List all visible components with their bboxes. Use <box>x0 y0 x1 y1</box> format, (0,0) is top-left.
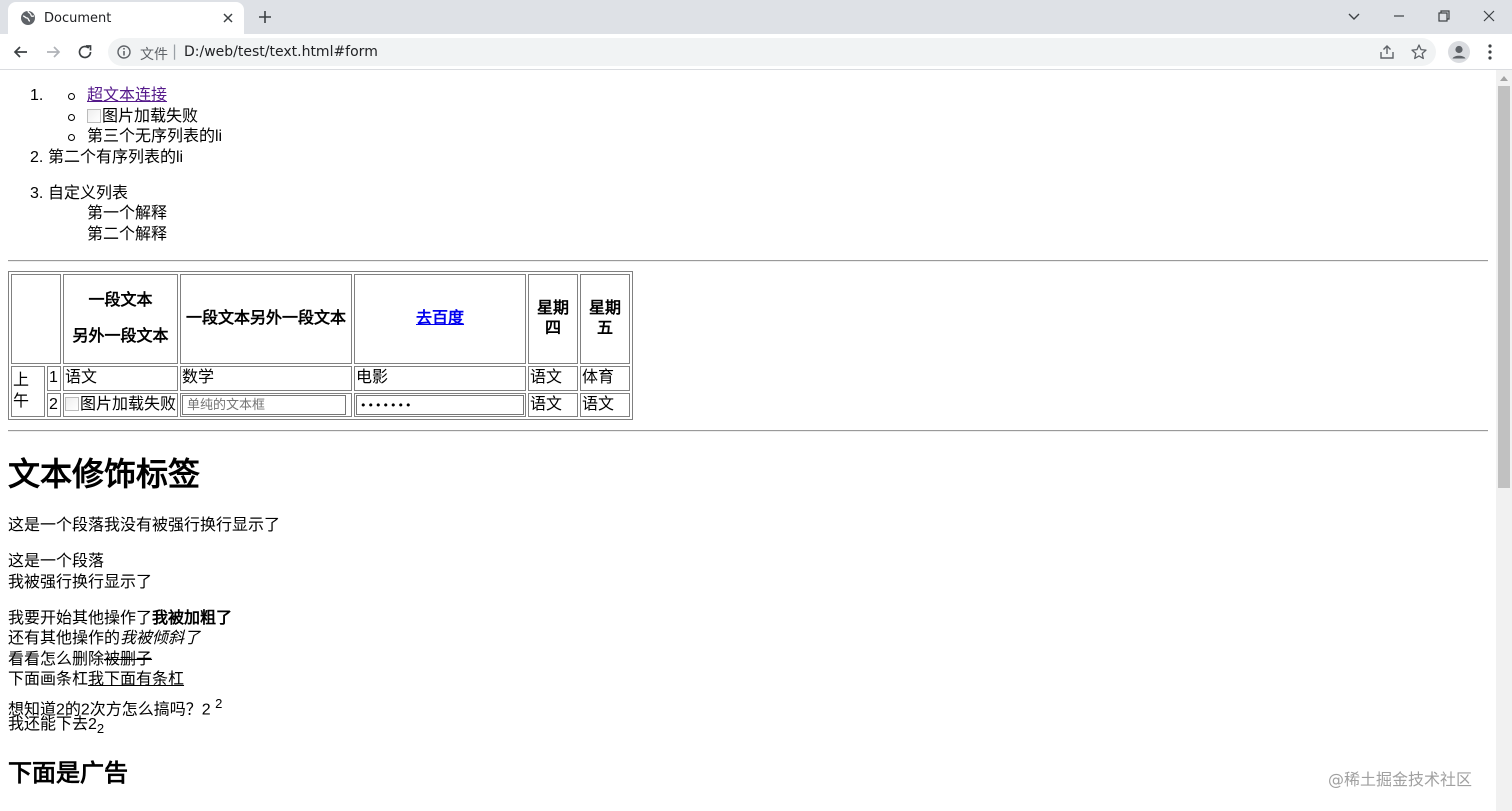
tab-bar: Document <box>0 0 1512 34</box>
table-row: 上午 1 语文 数学 电影 语文 体育 <box>11 366 631 417</box>
header-line-1: 一段文本 <box>88 292 153 309</box>
header-cell-friday: 星期五 <box>580 274 631 364</box>
row-number: 1 <box>47 366 61 391</box>
scrollbar-thumb[interactable] <box>1498 86 1510 488</box>
header-line-2: 另外一段文本 <box>72 328 169 345</box>
share-icon[interactable] <box>1378 43 1396 61</box>
sub-prefix: 我还能下去2 <box>8 716 97 733</box>
dl-term: 自定义列表 <box>48 185 129 202</box>
ul-bullet <box>68 93 75 100</box>
close-window-icon[interactable] <box>1479 6 1499 26</box>
divider-bottom <box>8 430 1488 432</box>
superscript-text: 2 <box>215 696 223 711</box>
table-cell-password <box>354 392 527 417</box>
broken-image-icon <box>87 109 101 123</box>
paragraph-2-line-2: 我被强行换行显示了 <box>8 574 153 591</box>
address-url[interactable]: D:/web/test/text.html#form <box>184 44 378 60</box>
table-cell: 电影 <box>354 366 527 391</box>
italic-line: 还有其他操作的我被倾斜了 <box>8 629 200 650</box>
hypertext-link[interactable]: 超文本连接 <box>87 86 167 107</box>
browser-toolbar: 文件 | D:/web/test/text.html#form <box>0 34 1512 70</box>
forward-arrow-icon[interactable] <box>43 42 63 62</box>
image-alt-text: 图片加载失败 <box>80 395 177 413</box>
tab-search-icon[interactable] <box>1344 6 1364 26</box>
ul-item-third: 第三个无序列表的li <box>87 128 223 145</box>
back-arrow-icon[interactable] <box>11 42 31 62</box>
image-alt-text: 图片加载失败 <box>102 108 199 125</box>
bold-prefix: 我要开始其他操作了 <box>8 610 153 627</box>
italic-text: 我被倾斜了 <box>120 630 201 647</box>
header-cell-text: 一段文本 另外一段文本 <box>63 274 179 364</box>
underline-line: 下面画条杠我下面有条杠 <box>8 670 184 691</box>
dl-definition-1: 第一个解释 <box>87 205 168 222</box>
ol-marker-1: 1. <box>30 87 44 104</box>
vertical-scrollbar[interactable] <box>1496 70 1512 811</box>
broken-image: 图片加载失败 <box>87 107 198 128</box>
header-cell-thursday: 星期四 <box>528 274 579 364</box>
address-separator: | <box>172 42 178 60</box>
ul-bullet <box>68 134 75 141</box>
subscript-text: 2 <box>96 721 105 737</box>
bold-line: 我要开始其他操作了我被加粗了 <box>8 609 232 630</box>
address-scheme: 文件 <box>140 47 168 63</box>
tab-title: Document <box>44 11 112 26</box>
info-icon[interactable] <box>116 44 132 60</box>
paragraph-2-line-1: 这是一个段落 <box>8 553 105 570</box>
strike-prefix: 看看怎么删除 <box>8 651 105 668</box>
dl-definition-2: 第二个解释 <box>87 226 168 243</box>
bookmark-star-icon[interactable] <box>1410 43 1428 61</box>
table-row: 2 图片加载失败 语文 语文 <box>11 392 631 417</box>
paragraph-1: 这是一个段落我没有被强行换行显示了 <box>8 517 281 534</box>
broken-image-icon <box>65 396 79 411</box>
table-cell: 语文 <box>63 366 179 391</box>
table-cell: 体育 <box>580 366 631 391</box>
table-cell-input <box>180 392 353 417</box>
bold-text: 我被加粗了 <box>152 610 233 627</box>
watermark: @稀土掘金技术社区 <box>1328 770 1473 789</box>
ul-bullet <box>68 114 75 121</box>
underline-prefix: 下面画条杠 <box>8 671 89 688</box>
globe-icon <box>21 10 35 25</box>
ol-marker-2: 2. <box>30 149 44 166</box>
strike-line: 看看怎么删除被删子 <box>8 650 152 671</box>
subscript-line: 我还能下去22 <box>8 715 104 740</box>
page-heading: 文本修饰标签 <box>8 456 201 492</box>
reload-icon[interactable] <box>75 42 95 62</box>
strike-text: 被删子 <box>104 651 153 668</box>
table-header-row: 一段文本 另外一段文本 一段文本另外一段文本 去百度 星期四 星期五 <box>11 274 631 364</box>
restore-icon[interactable] <box>1434 6 1454 26</box>
header-cell-combined: 一段文本另外一段文本 <box>180 274 353 364</box>
table-cell-image: 图片加载失败 <box>63 392 179 417</box>
text-input[interactable] <box>182 395 347 415</box>
ol-marker-3: 3. <box>30 185 44 202</box>
table-cell: 语文 <box>528 392 579 417</box>
tab-document[interactable]: Document <box>8 2 244 34</box>
profile-avatar-icon[interactable] <box>1448 41 1470 63</box>
ol-item-second: 第二个有序列表的li <box>48 149 184 166</box>
password-input[interactable] <box>356 395 525 415</box>
page-viewport: 1. 2. 3. 超文本连接 图片加载失败 第三个无序列表的li 第二个有序列表… <box>0 70 1496 811</box>
header-cell-link: 去百度 <box>354 274 527 364</box>
table-cell: 语文 <box>528 366 579 391</box>
more-menu-icon[interactable] <box>1482 42 1498 62</box>
underline-text: 我下面有条杠 <box>88 671 185 688</box>
minimize-icon[interactable] <box>1389 6 1409 26</box>
ad-heading: 下面是广告 <box>8 760 128 787</box>
row-group-label: 上午 <box>11 366 45 417</box>
row-number: 2 <box>47 392 61 417</box>
table-cell: 语文 <box>580 392 631 417</box>
table-cell: 数学 <box>180 366 353 391</box>
baidu-link[interactable]: 去百度 <box>416 310 464 327</box>
data-table: 一段文本 另外一段文本 一段文本另外一段文本 去百度 星期四 星期五 上午 1 … <box>8 271 634 420</box>
scroll-up-arrow-icon[interactable] <box>1499 74 1509 82</box>
header-cell-empty <box>11 274 61 364</box>
divider-top <box>8 260 1488 262</box>
new-tab-icon[interactable] <box>256 8 274 26</box>
address-bar[interactable]: 文件 | D:/web/test/text.html#form <box>108 38 1436 66</box>
italic-prefix: 还有其他操作的 <box>8 630 121 647</box>
close-icon[interactable] <box>220 10 236 26</box>
